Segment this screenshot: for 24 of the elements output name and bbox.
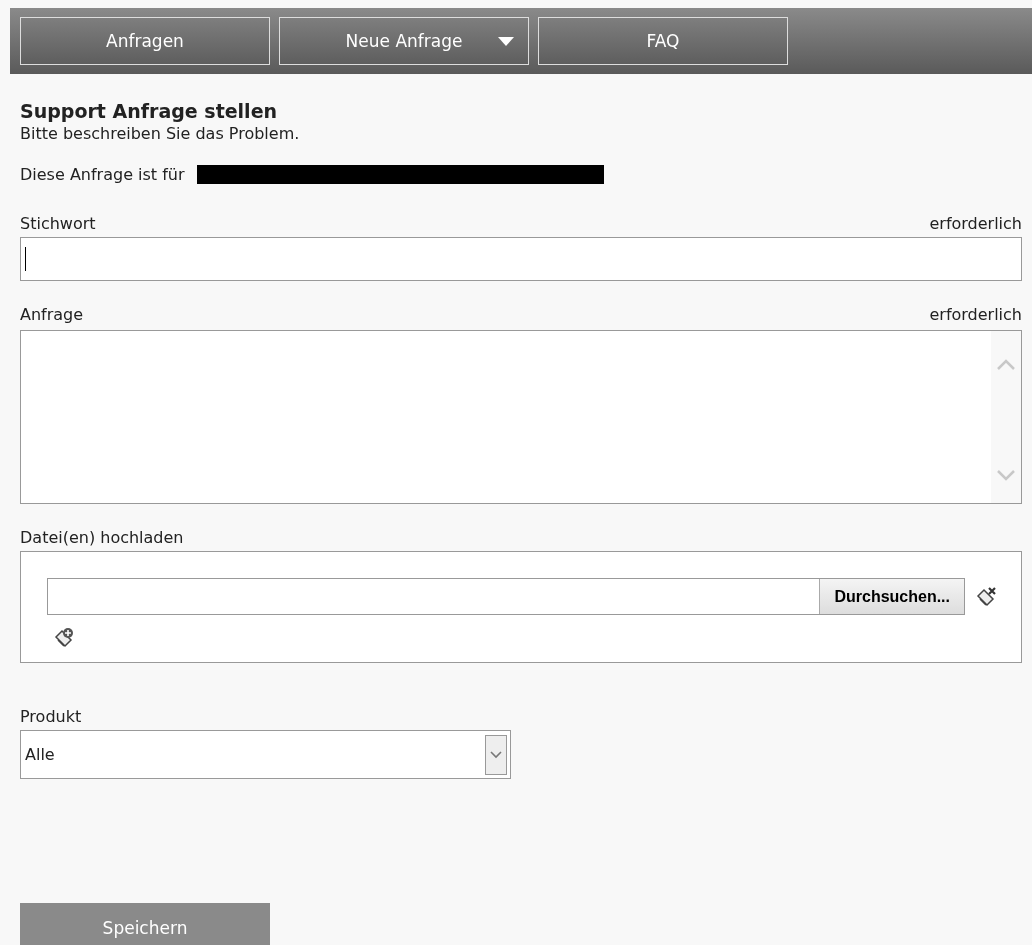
field-label: Datei(en) hochladen xyxy=(20,528,185,547)
field-label: Stichwort xyxy=(20,214,96,233)
nav-button[interactable]: Anfragen xyxy=(20,17,270,65)
remove-attachment-icon[interactable] xyxy=(975,585,997,608)
chevron-down-icon xyxy=(490,750,502,759)
caret-icon xyxy=(498,37,514,47)
file-field[interactable]: Durchsuchen... xyxy=(47,578,965,615)
field-label: Anfrage xyxy=(20,305,84,324)
recipient-label: Diese Anfrage ist für xyxy=(20,165,185,184)
required-note: erforderlich xyxy=(929,305,1022,324)
product-select[interactable]: Alle xyxy=(20,730,511,779)
nav-button[interactable]: Neue Anfrage xyxy=(279,17,529,65)
scroll-down-icon[interactable] xyxy=(997,469,1015,481)
required-note: erforderlich xyxy=(929,214,1022,233)
browse-button[interactable]: Durchsuchen... xyxy=(819,579,964,614)
nav-button[interactable]: FAQ xyxy=(538,17,788,65)
save-button[interactable]: Speichern xyxy=(20,903,270,945)
scroll-up-icon[interactable] xyxy=(997,359,1015,371)
form-subtitle: Bitte beschreiben Sie das Problem. xyxy=(20,124,301,143)
request-field[interactable] xyxy=(20,330,1022,504)
form-title: Support Anfrage stellen xyxy=(20,100,279,122)
field-label: Produkt xyxy=(20,707,83,726)
add-attachment-icon[interactable] xyxy=(53,627,75,649)
subject-field[interactable] xyxy=(20,237,1022,281)
